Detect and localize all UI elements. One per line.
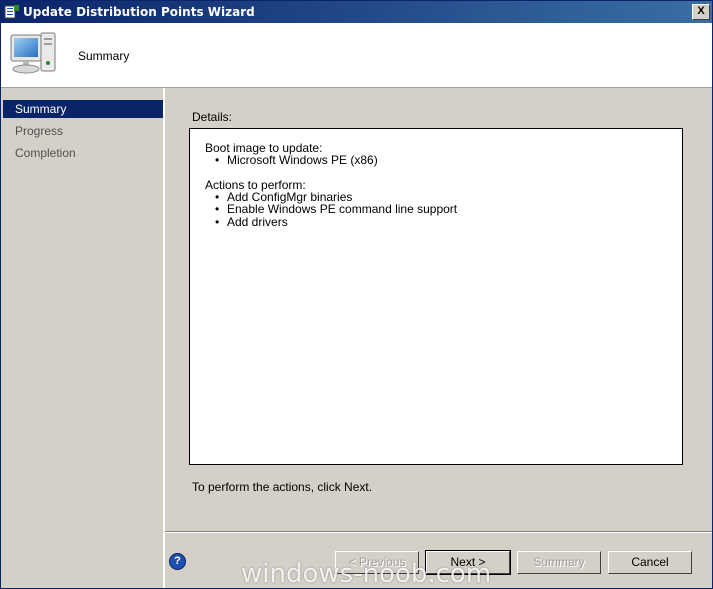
wizard-header: Summary [1,23,712,88]
sidebar-item-summary[interactable]: Summary [3,100,163,118]
sidebar-item-progress[interactable]: Progress [3,122,163,140]
list-item: Enable Windows PE command line support [215,203,667,216]
help-icon[interactable]: ? [169,553,186,570]
previous-button[interactable]: < Previous [335,551,419,574]
list-item: Add drivers [215,215,667,229]
wizard-window: Update Distribution Points Wizard X Summ… [0,0,713,589]
details-label: Details: [192,110,233,124]
step-title: Summary [78,49,130,63]
instruction-text: To perform the actions, click Next. [192,480,373,494]
close-button[interactable]: X [692,4,710,20]
title-bar[interactable]: Update Distribution Points Wizard X [1,1,712,23]
cancel-button[interactable]: Cancel [608,551,692,574]
wizard-footer: ? < Previous Next > Summary Cancel [165,531,712,588]
window-title: Update Distribution Points Wizard [23,5,255,19]
next-button[interactable]: Next > [425,550,511,575]
summary-panel: Details: Boot image to update: Microsoft… [165,88,712,531]
details-box[interactable]: Boot image to update: Microsoft Windows … [189,128,683,465]
computer-icon [10,32,56,74]
sidebar-item-completion[interactable]: Completion [3,144,163,162]
list-item: Microsoft Windows PE (x86) [215,154,667,167]
wizard-steps-sidebar: Summary Progress Completion [1,88,165,588]
summary-button[interactable]: Summary [517,551,601,574]
boot-image-list: Microsoft Windows PE (x86) [205,154,667,167]
actions-heading: Actions to perform: [205,177,306,192]
actions-list: Add ConfigMgr binaries Enable Windows PE… [205,190,667,229]
wizard-app-icon [4,5,19,19]
